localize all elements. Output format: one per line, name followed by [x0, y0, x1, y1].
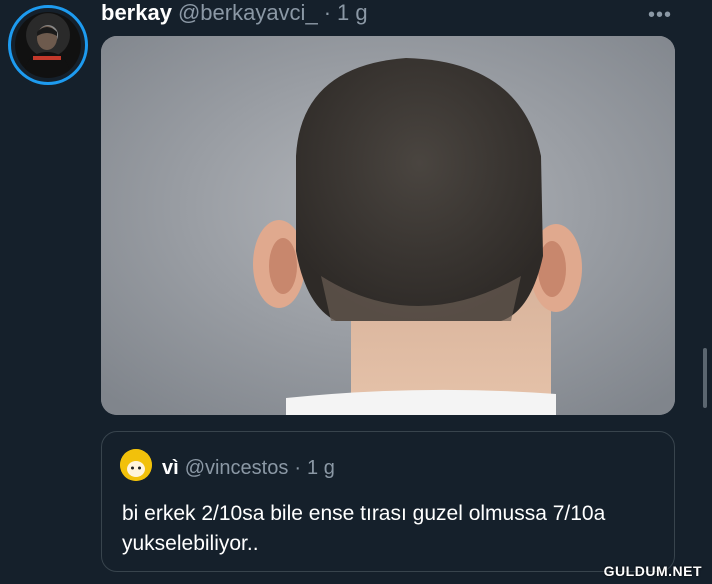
author-handle[interactable]: @berkayavci_ — [178, 0, 318, 26]
quoted-author-name[interactable]: vì — [162, 457, 179, 480]
more-horizontal-icon[interactable]: ••• — [648, 4, 672, 27]
author-name[interactable]: berkay — [101, 0, 172, 26]
tweet-media-image[interactable] — [101, 36, 675, 415]
quoted-tweet-timestamp[interactable]: 1 g — [307, 457, 335, 480]
author-avatar[interactable] — [8, 5, 88, 85]
scrollbar[interactable] — [703, 348, 707, 408]
quoted-tweet[interactable]: vì @vincestos · 1 g bi erkek 2/10sa bile… — [101, 431, 675, 572]
quoted-author-handle[interactable]: @vincestos — [185, 457, 289, 480]
tweet-header: berkay @berkayavci_ · 1 g — [101, 0, 368, 30]
quoted-header-separator: · — [294, 457, 302, 479]
watermark: GULDUM.NET — [603, 563, 702, 579]
quoted-author-avatar[interactable] — [120, 449, 152, 481]
author-avatar-image — [15, 12, 81, 78]
header-separator: · — [323, 0, 332, 25]
tweet-timestamp[interactable]: 1 g — [337, 0, 368, 26]
quoted-tweet-text: bi erkek 2/10sa bile ense tırası guzel o… — [122, 502, 606, 555]
quoted-tweet-header: vì @vincestos · 1 g — [162, 457, 335, 480]
